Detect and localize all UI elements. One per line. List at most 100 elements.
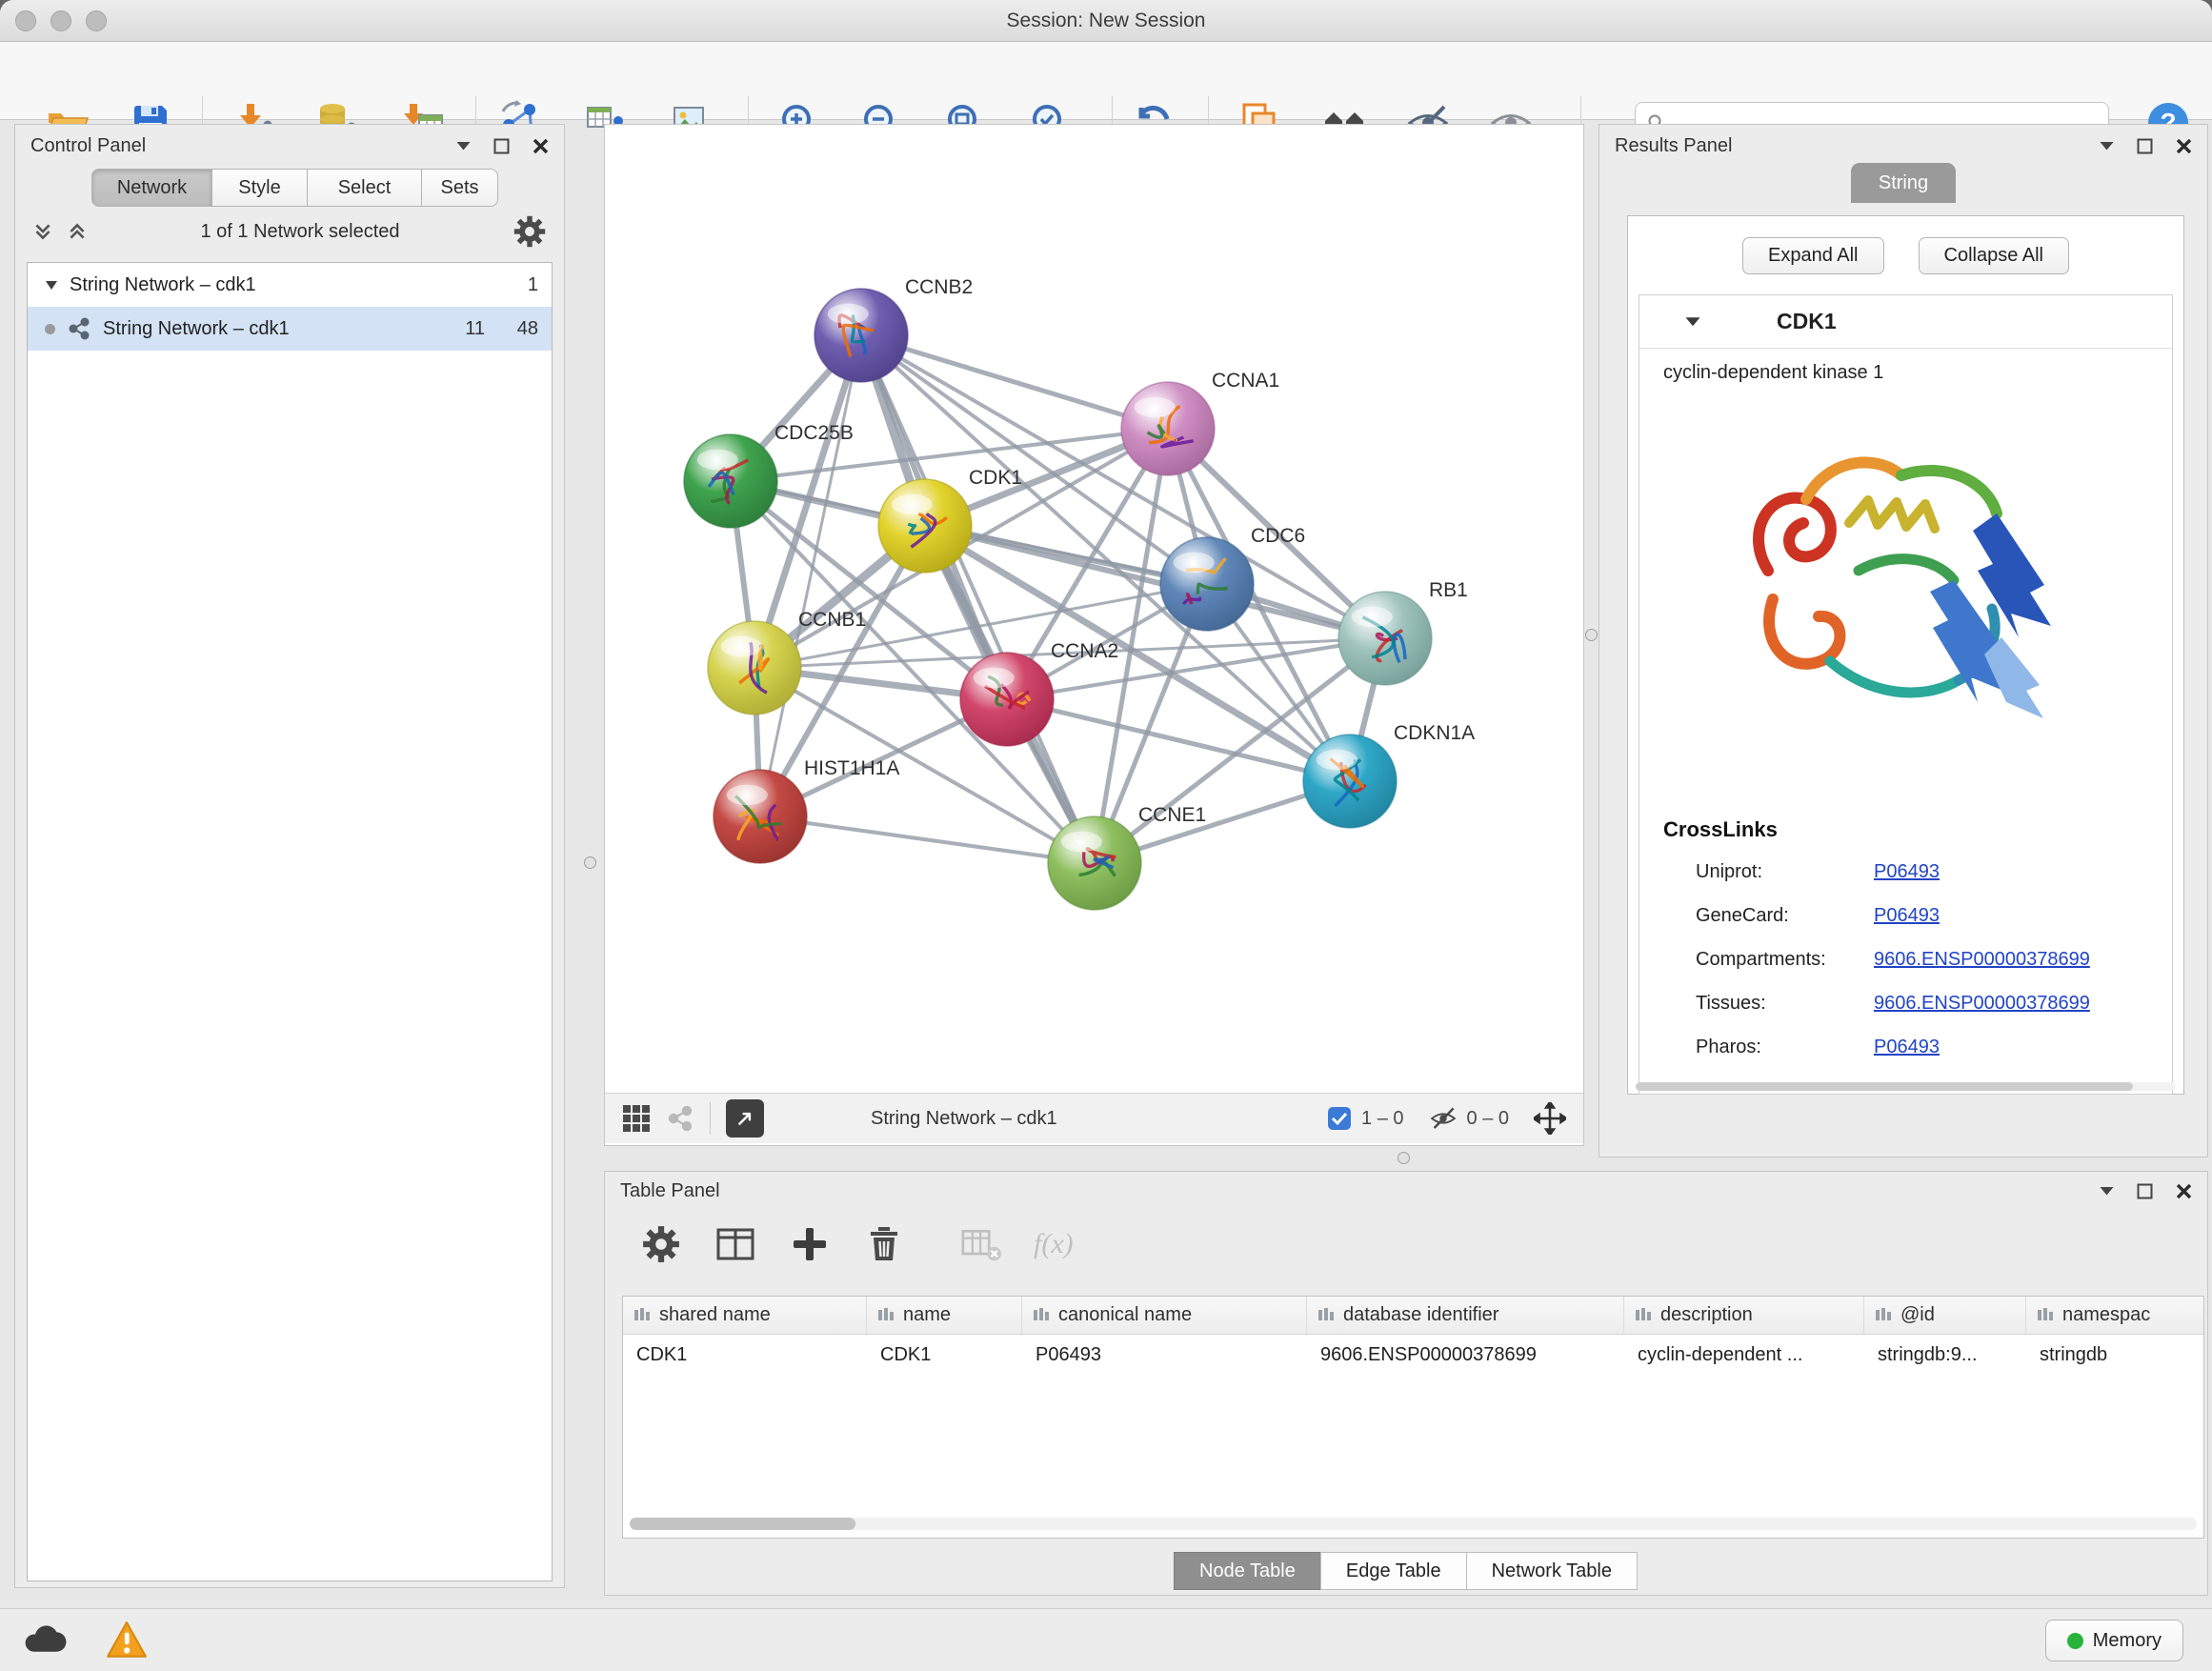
network-node[interactable]: RB1 xyxy=(1338,579,1468,685)
float-panel-icon[interactable] xyxy=(2137,138,2153,154)
network-edge[interactable] xyxy=(760,816,1095,863)
network-edge[interactable] xyxy=(861,335,1095,863)
column-header[interactable]: shared name xyxy=(623,1297,867,1334)
close-panel-icon[interactable] xyxy=(2176,138,2192,154)
splitter-handle[interactable] xyxy=(584,856,596,869)
crosslink-label: Pharos: xyxy=(1696,1037,1874,1058)
column-type-icon xyxy=(1034,1308,1050,1322)
column-header[interactable]: database identifier xyxy=(1307,1297,1624,1334)
birdseye-view-button[interactable] xyxy=(726,1099,764,1137)
tab-sets[interactable]: Sets xyxy=(421,169,498,207)
close-panel-icon[interactable] xyxy=(533,138,549,154)
tab-node-table[interactable]: Node Table xyxy=(1174,1552,1321,1590)
float-panel-icon[interactable] xyxy=(493,138,510,154)
network-collection-row[interactable]: String Network – cdk1 1 xyxy=(28,263,552,307)
crosslink-value-link[interactable]: P06493 xyxy=(1874,905,1940,927)
delete-column-button[interactable] xyxy=(862,1222,906,1266)
window-title: Session: New Session xyxy=(0,10,2212,32)
expand-all-icon[interactable] xyxy=(67,221,88,242)
node-count: 11 xyxy=(443,318,485,340)
table-cell[interactable]: stringdb:9... xyxy=(1864,1344,2026,1366)
close-panel-icon[interactable] xyxy=(2176,1183,2192,1199)
splitter-handle[interactable] xyxy=(1585,629,1598,641)
network-node[interactable]: CCNB1 xyxy=(708,609,866,715)
crosslink-row: Tissues:9606.ENSP00000378699 xyxy=(1639,981,2172,1025)
splitter-handle[interactable] xyxy=(1398,1152,1410,1164)
table-settings-button[interactable] xyxy=(639,1222,683,1266)
gene-description: cyclin-dependent kinase 1 xyxy=(1663,362,2172,384)
expand-all-button[interactable]: Expand All xyxy=(1742,237,1884,274)
panel-menu-icon[interactable] xyxy=(456,141,471,151)
column-type-icon xyxy=(634,1308,651,1322)
tab-edge-table[interactable]: Edge Table xyxy=(1320,1552,1467,1590)
network-tree-item[interactable]: String Network – cdk1 11 48 xyxy=(28,307,552,351)
results-panel-header: Results Panel xyxy=(1599,125,2207,167)
selected-node-edge-counts: 1 – 0 xyxy=(1361,1108,1403,1130)
tab-string[interactable]: String xyxy=(1851,163,1956,203)
crosslink-value-link[interactable]: P06493 xyxy=(1874,1037,1940,1058)
hidden-node-edge-counts: 0 – 0 xyxy=(1467,1108,1509,1130)
grid-view-icon[interactable] xyxy=(622,1104,651,1133)
table-cell[interactable]: P06493 xyxy=(1022,1344,1307,1366)
pan-crosshair-icon[interactable] xyxy=(1534,1102,1566,1135)
collapse-all-icon[interactable] xyxy=(32,221,53,242)
column-header[interactable]: description xyxy=(1624,1297,1864,1334)
network-edge[interactable] xyxy=(760,335,861,816)
delete-table-button-disabled[interactable] xyxy=(959,1222,1003,1266)
tab-network-table[interactable]: Network Table xyxy=(1466,1552,1638,1590)
close-window-button[interactable] xyxy=(15,10,36,31)
table-cell[interactable]: CDK1 xyxy=(867,1344,1022,1366)
collapse-section-icon[interactable] xyxy=(1685,314,1700,332)
network-node[interactable]: CCNB2 xyxy=(814,276,973,382)
network-edges xyxy=(731,335,1385,863)
warnings-button[interactable] xyxy=(105,1619,149,1662)
table-cell[interactable]: cyclin-dependent ... xyxy=(1624,1344,1864,1366)
tab-network[interactable]: Network xyxy=(91,169,212,207)
table-horizontal-scrollbar[interactable] xyxy=(630,1518,2197,1530)
create-column-button[interactable] xyxy=(788,1222,832,1266)
network-canvas[interactable]: CCNB2CCNA1CDC25BCDK1CDC6RB1CCNB1CCNA2CDK… xyxy=(605,125,1583,1093)
network-node[interactable]: CCNA1 xyxy=(1121,370,1279,475)
float-panel-icon[interactable] xyxy=(2137,1183,2153,1199)
node-label: RB1 xyxy=(1429,579,1468,601)
results-horizontal-scrollbar[interactable] xyxy=(1636,1082,2176,1091)
column-header[interactable]: name xyxy=(867,1297,1022,1334)
gene-section-header[interactable]: CDK1 xyxy=(1639,295,2172,349)
network-node[interactable]: HIST1H1A xyxy=(714,757,899,863)
network-edge[interactable] xyxy=(861,335,1168,429)
show-columns-button[interactable] xyxy=(714,1222,757,1266)
cloud-button[interactable] xyxy=(23,1619,67,1662)
gear-icon[interactable] xyxy=(513,214,547,249)
table-cell[interactable]: CDK1 xyxy=(623,1344,867,1366)
crosslink-value-link[interactable]: P06493 xyxy=(1874,861,1940,883)
column-header[interactable]: @id xyxy=(1864,1297,2026,1334)
table-row[interactable]: CDK1CDK1P064939606.ENSP00000378699cyclin… xyxy=(623,1335,2203,1375)
network-view-icon[interactable] xyxy=(666,1104,694,1133)
collapse-all-button[interactable]: Collapse All xyxy=(1919,237,2070,274)
hidden-eye-slash-icon[interactable] xyxy=(1429,1104,1458,1133)
network-edge[interactable] xyxy=(925,526,1385,638)
crosslink-value-link[interactable]: 9606.ENSP00000378699 xyxy=(1874,949,2090,971)
disclosure-triangle-icon[interactable] xyxy=(45,279,58,291)
network-node[interactable]: CDK1 xyxy=(878,467,1022,573)
column-header[interactable]: canonical name xyxy=(1022,1297,1307,1334)
zoom-window-button[interactable] xyxy=(86,10,107,31)
table-cell[interactable]: stringdb xyxy=(2026,1344,2204,1366)
selected-checkbox-icon[interactable] xyxy=(1327,1106,1352,1131)
minimize-window-button[interactable] xyxy=(50,10,71,31)
panel-menu-icon[interactable] xyxy=(2100,1186,2114,1196)
gene-name: CDK1 xyxy=(1639,309,1837,334)
tab-style[interactable]: Style xyxy=(211,169,308,207)
column-header[interactable]: namespac xyxy=(2026,1297,2204,1334)
crosslink-value-link[interactable]: 9606.ENSP00000378699 xyxy=(1874,993,2090,1015)
memory-button[interactable]: Memory xyxy=(2045,1620,2183,1661)
window-controls xyxy=(15,0,107,42)
panel-menu-icon[interactable] xyxy=(2100,141,2114,151)
table-cell[interactable]: 9606.ENSP00000378699 xyxy=(1307,1344,1624,1366)
scrollbar-thumb[interactable] xyxy=(630,1518,855,1530)
function-builder-button[interactable]: f(x) xyxy=(1034,1228,1074,1260)
scrollbar-thumb[interactable] xyxy=(1636,1082,2133,1091)
control-panel-title: Control Panel xyxy=(30,135,146,157)
tab-select[interactable]: Select xyxy=(307,169,422,207)
node-table: shared namenamecanonical namedatabase id… xyxy=(622,1296,2204,1539)
